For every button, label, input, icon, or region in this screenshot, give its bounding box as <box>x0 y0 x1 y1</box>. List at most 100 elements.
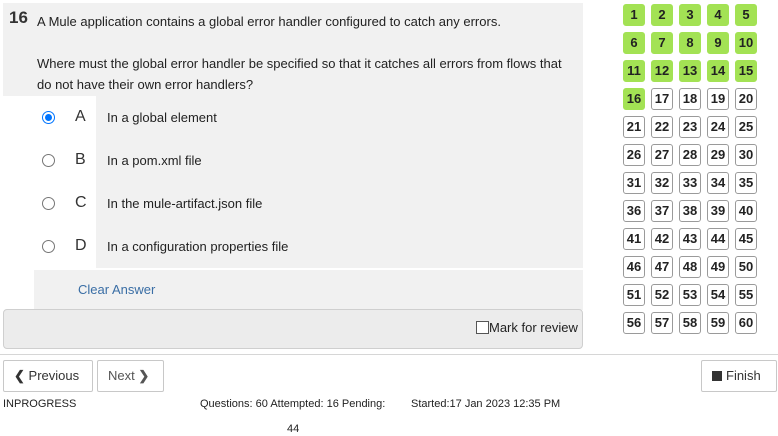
question-nav-9[interactable]: 9 <box>707 32 729 54</box>
question-nav-6[interactable]: 6 <box>623 32 645 54</box>
question-nav-52[interactable]: 52 <box>651 284 673 306</box>
question-nav-24[interactable]: 24 <box>707 116 729 138</box>
question-nav-11[interactable]: 11 <box>623 60 645 82</box>
option-d[interactable]: D In a configuration properties file <box>34 225 583 268</box>
question-nav-21[interactable]: 21 <box>623 116 645 138</box>
question-nav-37[interactable]: 37 <box>651 200 673 222</box>
question-nav-31[interactable]: 31 <box>623 172 645 194</box>
question-nav-19[interactable]: 19 <box>707 88 729 110</box>
option-b[interactable]: B In a pom.xml file <box>34 139 583 182</box>
option-a[interactable]: A In a global element <box>34 96 583 139</box>
stop-icon <box>712 371 722 381</box>
option-a-letter: A <box>75 108 86 125</box>
question-nav-47[interactable]: 47 <box>651 256 673 278</box>
question-nav-23[interactable]: 23 <box>679 116 701 138</box>
question-nav-53[interactable]: 53 <box>679 284 701 306</box>
option-b-letter: B <box>75 151 86 168</box>
question-nav-51[interactable]: 51 <box>623 284 645 306</box>
mark-for-review-label[interactable]: Mark for review <box>489 320 578 335</box>
question-panel: 16 A Mule application contains a global … <box>3 3 583 349</box>
question-nav-50[interactable]: 50 <box>735 256 757 278</box>
question-nav-8[interactable]: 8 <box>679 32 701 54</box>
question-nav-26[interactable]: 26 <box>623 144 645 166</box>
finish-button[interactable]: Finish <box>701 360 777 392</box>
question-nav-10[interactable]: 10 <box>735 32 757 54</box>
question-nav-36[interactable]: 36 <box>623 200 645 222</box>
question-nav-55[interactable]: 55 <box>735 284 757 306</box>
option-a-marker: A <box>34 96 96 139</box>
question-nav-18[interactable]: 18 <box>679 88 701 110</box>
exam-status: INPROGRESS <box>3 398 77 410</box>
previous-label: Previous <box>28 368 80 383</box>
question-nav-7[interactable]: 7 <box>651 32 673 54</box>
question-nav-59[interactable]: 59 <box>707 312 729 334</box>
option-a-text: In a global element <box>107 110 217 125</box>
question-nav-54[interactable]: 54 <box>707 284 729 306</box>
question-nav-58[interactable]: 58 <box>679 312 701 334</box>
question-nav-28[interactable]: 28 <box>679 144 701 166</box>
question-nav-29[interactable]: 29 <box>707 144 729 166</box>
option-c-body: In the mule-artifact.json file <box>96 182 583 225</box>
option-c[interactable]: C In the mule-artifact.json file <box>34 182 583 225</box>
question-nav-22[interactable]: 22 <box>651 116 673 138</box>
chevron-right-icon: ❯ <box>138 368 150 383</box>
question-nav-17[interactable]: 17 <box>651 88 673 110</box>
exam-stats: Questions: 60 Attempted: 16 Pending: <box>200 398 386 410</box>
question-nav-42[interactable]: 42 <box>651 228 673 250</box>
question-nav-2[interactable]: 2 <box>651 4 673 26</box>
question-nav-49[interactable]: 49 <box>707 256 729 278</box>
question-nav-25[interactable]: 25 <box>735 116 757 138</box>
option-b-text: In a pom.xml file <box>107 153 202 168</box>
question-nav-3[interactable]: 3 <box>679 4 701 26</box>
mark-for-review-checkbox[interactable] <box>476 321 489 334</box>
exam-started: Started:17 Jan 2023 12:35 PM <box>411 398 561 410</box>
question-nav-43[interactable]: 43 <box>679 228 701 250</box>
question-header: 16 A Mule application contains a global … <box>3 3 583 96</box>
option-b-radio[interactable] <box>42 154 55 167</box>
question-nav-4[interactable]: 4 <box>707 4 729 26</box>
question-nav-35[interactable]: 35 <box>735 172 757 194</box>
question-nav-57[interactable]: 57 <box>651 312 673 334</box>
question-nav-12[interactable]: 12 <box>651 60 673 82</box>
clear-answer-row: Clear Answer <box>34 270 583 310</box>
clear-answer-link[interactable]: Clear Answer <box>78 282 155 297</box>
question-nav-41[interactable]: 41 <box>623 228 645 250</box>
question-nav-15[interactable]: 15 <box>735 60 757 82</box>
option-c-marker: C <box>34 182 96 225</box>
question-nav-34[interactable]: 34 <box>707 172 729 194</box>
next-button[interactable]: Next ❯ <box>97 360 164 392</box>
question-nav-60[interactable]: 60 <box>735 312 757 334</box>
question-nav-1[interactable]: 1 <box>623 4 645 26</box>
option-a-radio[interactable] <box>42 111 55 124</box>
question-number: 16 <box>9 8 28 27</box>
question-nav-5[interactable]: 5 <box>735 4 757 26</box>
answer-options: A In a global element B In a pom.xml fil… <box>34 96 583 270</box>
question-nav-30[interactable]: 30 <box>735 144 757 166</box>
question-nav-48[interactable]: 48 <box>679 256 701 278</box>
question-nav-16[interactable]: 16 <box>623 88 645 110</box>
question-nav-45[interactable]: 45 <box>735 228 757 250</box>
question-nav-38[interactable]: 38 <box>679 200 701 222</box>
question-nav-27[interactable]: 27 <box>651 144 673 166</box>
option-c-letter: C <box>75 194 87 211</box>
option-c-radio[interactable] <box>42 197 55 210</box>
question-nav-44[interactable]: 44 <box>707 228 729 250</box>
question-nav-46[interactable]: 46 <box>623 256 645 278</box>
option-d-body: In a configuration properties file <box>96 225 583 268</box>
question-nav-13[interactable]: 13 <box>679 60 701 82</box>
option-d-radio[interactable] <box>42 240 55 253</box>
footer-divider <box>0 354 778 355</box>
question-nav-40[interactable]: 40 <box>735 200 757 222</box>
question-nav-32[interactable]: 32 <box>651 172 673 194</box>
question-nav-56[interactable]: 56 <box>623 312 645 334</box>
question-nav-33[interactable]: 33 <box>679 172 701 194</box>
next-label: Next <box>108 368 135 383</box>
option-d-letter: D <box>75 237 87 254</box>
question-nav-39[interactable]: 39 <box>707 200 729 222</box>
option-d-marker: D <box>34 225 96 268</box>
question-nav-14[interactable]: 14 <box>707 60 729 82</box>
previous-button[interactable]: ❮ Previous <box>3 360 93 392</box>
chevron-left-icon: ❮ <box>14 368 25 383</box>
question-nav-20[interactable]: 20 <box>735 88 757 110</box>
review-bar: Mark for review <box>3 309 583 349</box>
